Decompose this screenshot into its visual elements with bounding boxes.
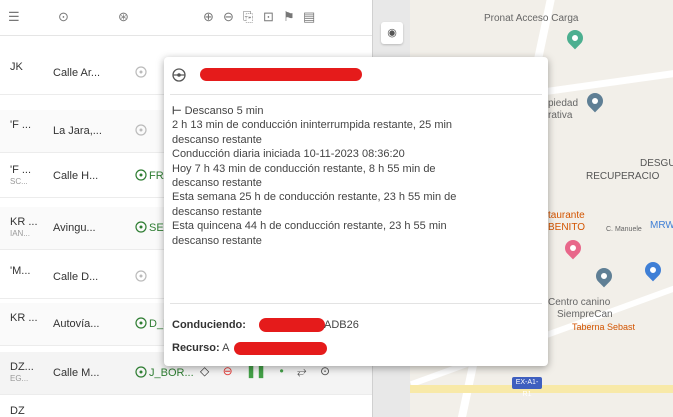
- fortnight-driving: Esta quincena 44 h de conducción restant…: [172, 220, 447, 233]
- divider: [170, 94, 542, 95]
- fortnight-driving-rest: descanso restante: [172, 234, 262, 247]
- more-circle-icon[interactable]: ⊙: [320, 364, 330, 378]
- map-label: Pronat Acceso Carga: [484, 13, 579, 24]
- pause-icon[interactable]: ❚❚: [246, 364, 266, 378]
- resource-prefix: A: [222, 342, 230, 354]
- map-label: MRW: [650, 220, 673, 231]
- vehicle-id: DZ: [10, 405, 25, 417]
- vehicle-address: Calle D...: [53, 271, 99, 283]
- vehicle-id: DZ...: [10, 361, 34, 373]
- uninterrupted-driving: 2 h 13 min de conducción ininterrumpida …: [172, 119, 453, 132]
- list-header: ☰ ⊙ ⊛ ⊕ ⊖ ⎘ ⊡ ⚑ ▤: [0, 0, 372, 36]
- map-label: Taberna Sebast: [572, 322, 636, 332]
- driver-cell[interactable]: FR/: [135, 169, 167, 182]
- list-icon[interactable]: ☰: [8, 10, 20, 24]
- vehicle-address: Calle M...: [53, 367, 100, 379]
- monitor-icon[interactable]: ⊡: [263, 10, 274, 24]
- driver-cell[interactable]: [135, 66, 149, 79]
- vehicle-address: La Jara,...: [53, 125, 102, 137]
- road-shield: EX-A1-R1: [512, 377, 542, 398]
- vehicle-subid: SC...: [10, 177, 28, 186]
- vehicle-id: KR ...: [10, 216, 38, 228]
- row-actions: ◇ ⊖ ❚❚ • ⥂ ⊙: [200, 364, 340, 379]
- vehicle-address: Autovía...: [53, 318, 100, 330]
- vehicle-subid: IAN...: [10, 229, 31, 238]
- break-line: ⊢ Descanso 5 min: [172, 104, 532, 118]
- steering-wheel-icon: [135, 317, 147, 329]
- driver-name: J_BOR...: [149, 367, 194, 379]
- table-row[interactable]: DZ: [0, 398, 372, 417]
- vehicle-address: Calle Ar...: [53, 67, 101, 79]
- driving-label: Conduciendo:: [172, 319, 246, 331]
- redacted-resource: [234, 342, 327, 355]
- popup-header: [172, 67, 532, 87]
- steering-wheel-icon: [135, 270, 147, 282]
- vehicle-id: 'F ...: [10, 164, 32, 176]
- vehicle-id: 'F ...: [10, 119, 32, 131]
- divider: [170, 303, 542, 304]
- week-driving-rest: descanso restante: [172, 205, 262, 218]
- map-label: SiempreCan: [557, 309, 613, 320]
- map-label: DESGU: [640, 158, 673, 169]
- route-icon[interactable]: ⥂: [297, 364, 307, 379]
- steering-wheel-icon: [135, 366, 147, 378]
- steering-wheel-icon: [172, 68, 186, 82]
- driver-cell[interactable]: J_BOR...: [135, 366, 194, 379]
- steering-wheel-icon: [135, 221, 147, 233]
- today-driving-rest: descanso restante: [172, 177, 262, 190]
- vehicle-id: KR ...: [10, 312, 38, 324]
- map-label: rativa: [548, 110, 573, 121]
- vehicle-address: Avingu...: [53, 222, 96, 234]
- driver-cell[interactable]: SEI: [135, 221, 167, 234]
- redacted-name: [200, 68, 362, 81]
- map-label: Centro canino: [548, 297, 611, 308]
- steering-wheel-icon: [135, 169, 147, 181]
- driver-cell[interactable]: [135, 270, 149, 283]
- resource-label: Recurso:: [172, 342, 220, 354]
- add-circle-icon[interactable]: ⊕: [203, 10, 214, 24]
- map-label: BENITO: [548, 222, 586, 233]
- vehicle-id: JK: [10, 61, 23, 73]
- stop-circle-icon[interactable]: ⊖: [223, 364, 233, 378]
- week-driving: Esta semana 25 h de conducción restante,…: [172, 191, 457, 204]
- redacted-driver: [259, 318, 325, 332]
- steering-wheel-icon: [135, 124, 147, 136]
- remove-circle-icon[interactable]: ⊖: [223, 10, 234, 24]
- map-label: C. Manuele: [606, 226, 642, 233]
- flag-icon[interactable]: ⚑: [283, 10, 295, 24]
- location-pin-icon[interactable]: ⊙: [58, 10, 69, 24]
- bed-icon: ⊢: [172, 105, 182, 117]
- resource-row: Recurso: A: [172, 342, 229, 354]
- map-label: taurante: [548, 210, 585, 221]
- today-driving: Hoy 7 h 43 min de conducción restante, 8…: [172, 162, 436, 175]
- clipboard-icon[interactable]: ▤: [303, 10, 315, 24]
- map-label: RECUPERACIO: [586, 171, 660, 182]
- uninterrupted-driving-rest: descanso restante: [172, 133, 262, 146]
- break-label: Descanso 5 min: [184, 105, 264, 117]
- daily-driving-start: Conducción diaria iniciada 10-11-2023 08…: [172, 148, 405, 161]
- steering-wheel-icon[interactable]: ⊛: [118, 10, 129, 24]
- vehicle-subid: EG...: [10, 374, 29, 383]
- visibility-toggle-icon[interactable]: ◉: [381, 22, 403, 44]
- vehicle-id: 'M...: [10, 265, 31, 277]
- driving-row: Conduciendo:: [172, 319, 246, 331]
- driver-status-popup: ⊢ Descanso 5 min 2 h 13 min de conducción…: [164, 57, 548, 366]
- steering-wheel-icon: [135, 66, 147, 78]
- vehicle-address: Calle H...: [53, 170, 99, 182]
- driver-cell[interactable]: [135, 124, 149, 137]
- share-icon[interactable]: ⎘: [243, 10, 253, 24]
- driving-suffix: ADB26: [324, 319, 359, 331]
- status-dot-icon: •: [279, 364, 284, 378]
- map-label: piedad: [548, 98, 579, 109]
- diamond-icon[interactable]: ◇: [200, 364, 209, 378]
- driving-times-text: ⊢ Descanso 5 min 2 h 13 min de conducción…: [172, 104, 532, 248]
